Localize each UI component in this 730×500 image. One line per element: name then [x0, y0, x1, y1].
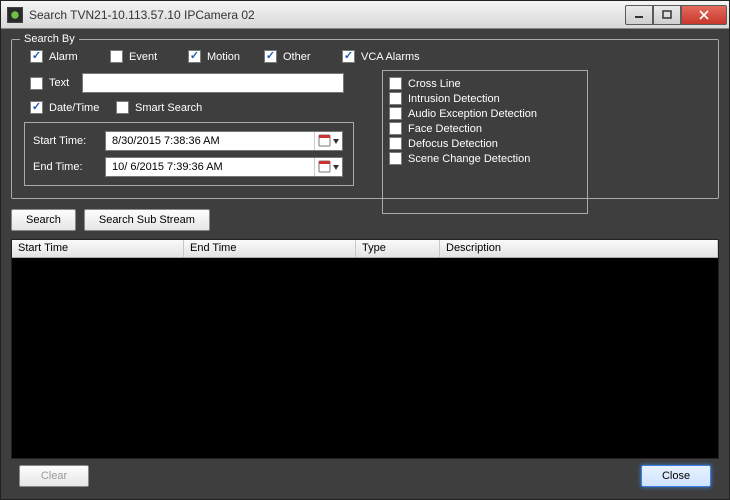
maximize-button[interactable] — [653, 5, 681, 25]
titlebar: Search TVN21-10.113.57.10 IPCamera 02 — [1, 1, 729, 29]
checkbox-label: Text — [49, 77, 69, 89]
checkbox-label: Defocus Detection — [408, 138, 498, 150]
search-by-group: Search By Alarm Event Motion Other VCA A… — [11, 39, 719, 199]
window-title: Search TVN21-10.113.57.10 IPCamera 02 — [29, 8, 625, 22]
motion-checkbox[interactable]: Motion — [188, 50, 264, 63]
clear-button[interactable]: Clear — [19, 465, 89, 487]
results-table: Start Time End Time Type Description — [11, 239, 719, 459]
close-button[interactable]: Close — [641, 465, 711, 487]
checkbox-label: Other — [283, 51, 311, 63]
checkbox-icon — [389, 77, 402, 90]
app-icon — [7, 7, 23, 23]
results-header: Start Time End Time Type Description — [12, 240, 718, 258]
calendar-dropdown-icon[interactable] — [314, 158, 342, 176]
minimize-button[interactable] — [625, 5, 653, 25]
checkbox-label: Date/Time — [49, 102, 99, 114]
checkbox-icon — [30, 77, 43, 90]
checkbox-row-1: Alarm Event Motion Other VCA Alarms — [24, 50, 706, 63]
smart-search-checkbox[interactable]: Smart Search — [116, 101, 202, 114]
checkbox-icon — [264, 50, 277, 63]
event-checkbox[interactable]: Event — [110, 50, 188, 63]
vca-item-face[interactable]: Face Detection — [389, 122, 581, 135]
datetime-checkbox[interactable]: Date/Time — [30, 101, 116, 114]
vca-item-defocus[interactable]: Defocus Detection — [389, 137, 581, 150]
checkbox-label: Smart Search — [135, 102, 202, 114]
vca-item-cross-line[interactable]: Cross Line — [389, 77, 581, 90]
text-checkbox[interactable]: Text — [30, 77, 82, 90]
close-window-button[interactable] — [681, 5, 727, 25]
checkbox-icon — [30, 50, 43, 63]
checkbox-label: Motion — [207, 51, 240, 63]
checkbox-icon — [389, 122, 402, 135]
search-sub-stream-button[interactable]: Search Sub Stream — [84, 209, 210, 231]
end-time-label: End Time: — [33, 161, 105, 173]
checkbox-icon — [188, 50, 201, 63]
checkbox-label: Scene Change Detection — [408, 153, 530, 165]
end-time-row: End Time: 10/ 6/2015 7:39:36 AM — [33, 157, 345, 177]
footer: Clear Close — [11, 459, 719, 491]
text-search-input[interactable] — [82, 73, 344, 93]
checkbox-icon — [110, 50, 123, 63]
vca-item-intrusion[interactable]: Intrusion Detection — [389, 92, 581, 105]
calendar-dropdown-icon[interactable] — [314, 132, 342, 150]
results-body[interactable] — [12, 258, 718, 458]
search-window: Search TVN21-10.113.57.10 IPCamera 02 Se… — [0, 0, 730, 500]
col-type[interactable]: Type — [356, 240, 440, 257]
checkbox-icon — [389, 107, 402, 120]
window-controls — [625, 5, 727, 25]
end-time-field[interactable]: 10/ 6/2015 7:39:36 AM — [105, 157, 343, 177]
vca-item-scene-change[interactable]: Scene Change Detection — [389, 152, 581, 165]
col-end-time[interactable]: End Time — [184, 240, 356, 257]
vca-alarms-list: Cross Line Intrusion Detection Audio Exc… — [382, 70, 588, 214]
checkbox-label: Intrusion Detection — [408, 93, 500, 105]
start-time-value: 8/30/2015 7:38:36 AM — [106, 135, 314, 147]
start-time-row: Start Time: 8/30/2015 7:38:36 AM — [33, 131, 345, 151]
start-time-label: Start Time: — [33, 135, 105, 147]
other-checkbox[interactable]: Other — [264, 50, 342, 63]
checkbox-label: Audio Exception Detection — [408, 108, 537, 120]
vca-alarms-checkbox[interactable]: VCA Alarms — [342, 50, 420, 63]
client-area: Search By Alarm Event Motion Other VCA A… — [1, 29, 729, 499]
end-time-value: 10/ 6/2015 7:39:36 AM — [106, 161, 314, 173]
checkbox-label: Cross Line — [408, 78, 461, 90]
col-start-time[interactable]: Start Time — [12, 240, 184, 257]
text-row: Text — [24, 73, 706, 93]
col-description[interactable]: Description — [440, 240, 718, 257]
action-buttons: Search Search Sub Stream — [11, 209, 719, 231]
checkbox-label: Face Detection — [408, 123, 482, 135]
checkbox-icon — [30, 101, 43, 114]
checkbox-row-3: Date/Time Smart Search — [24, 101, 706, 114]
start-time-field[interactable]: 8/30/2015 7:38:36 AM — [105, 131, 343, 151]
checkbox-icon — [342, 50, 355, 63]
checkbox-icon — [389, 152, 402, 165]
group-legend: Search By — [20, 33, 79, 45]
checkbox-label: Event — [129, 51, 157, 63]
search-button[interactable]: Search — [11, 209, 76, 231]
datetime-group: Start Time: 8/30/2015 7:38:36 AM End Tim… — [24, 122, 354, 186]
checkbox-icon — [389, 137, 402, 150]
checkbox-label: Alarm — [49, 51, 78, 63]
checkbox-icon — [389, 92, 402, 105]
vca-item-audio-exception[interactable]: Audio Exception Detection — [389, 107, 581, 120]
alarm-checkbox[interactable]: Alarm — [30, 50, 110, 63]
checkbox-icon — [116, 101, 129, 114]
checkbox-label: VCA Alarms — [361, 51, 420, 63]
